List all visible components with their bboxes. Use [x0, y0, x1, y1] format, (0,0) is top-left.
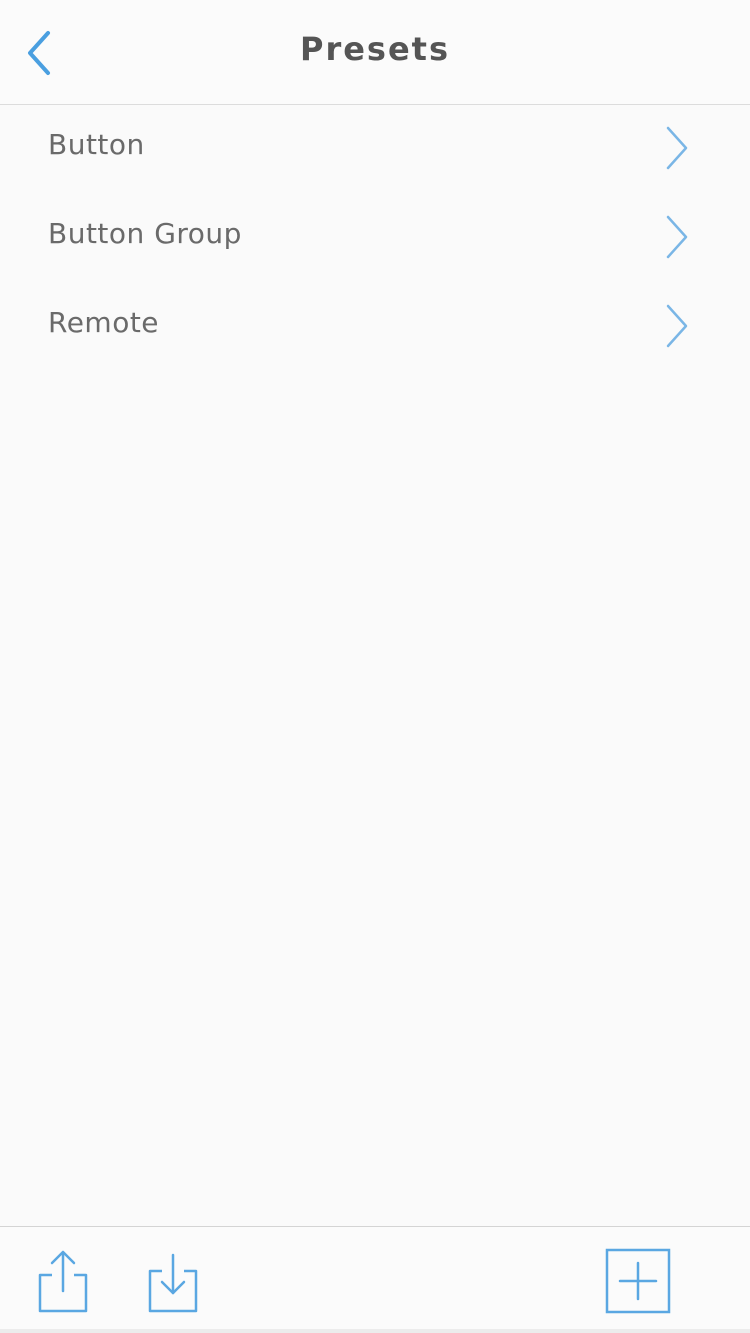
import-button[interactable]	[144, 1249, 202, 1317]
bottom-edge-divider	[0, 1329, 750, 1333]
share-button[interactable]	[34, 1247, 92, 1317]
list-item-remote[interactable]: Remote	[0, 282, 750, 371]
chevron-right-icon	[666, 215, 688, 259]
add-icon	[605, 1248, 671, 1314]
presets-screen: Presets Button Button Group Remote	[0, 0, 750, 1333]
presets-list: Button Button Group Remote	[0, 104, 750, 371]
bottom-toolbar	[0, 1226, 750, 1333]
page-title: Presets	[299, 30, 451, 68]
navigation-bar: Presets	[0, 0, 750, 105]
list-item-label: Button Group	[48, 217, 242, 250]
add-button[interactable]	[604, 1247, 672, 1315]
list-item-button[interactable]: Button	[0, 104, 750, 193]
list-item-label: Button	[48, 128, 145, 161]
list-item-button-group[interactable]: Button Group	[0, 193, 750, 282]
share-icon	[38, 1250, 88, 1313]
list-item-label: Remote	[48, 306, 160, 339]
import-icon	[148, 1253, 198, 1313]
chevron-right-icon	[666, 304, 688, 348]
chevron-right-icon	[666, 126, 688, 170]
